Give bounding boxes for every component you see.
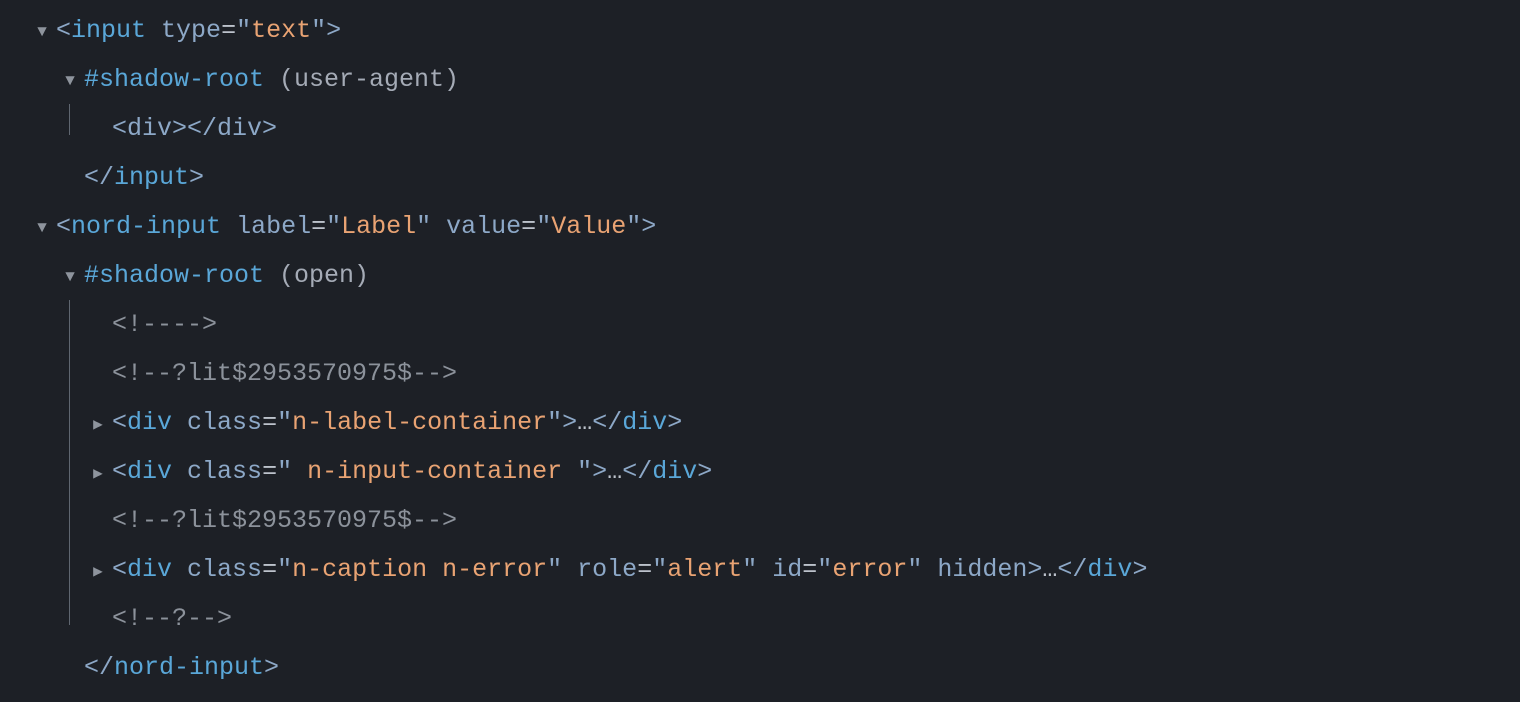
punct-lt: <	[56, 16, 71, 45]
attr-name: value	[446, 212, 521, 241]
punct-quote: "	[311, 16, 326, 45]
ellipsis: …	[577, 408, 592, 437]
attr-value: Value	[551, 212, 626, 241]
dom-node-input-close[interactable]: ▶ </input>	[0, 153, 1520, 202]
shadow-root-mode: (open)	[264, 261, 369, 290]
expand-toggle-icon[interactable]: ▼	[28, 219, 56, 237]
punct-gt: >	[641, 212, 656, 241]
punct-eq: =	[221, 16, 236, 45]
div-close: </div>	[187, 114, 277, 143]
attr-name: class	[187, 555, 262, 584]
attr-value: text	[251, 16, 311, 45]
expand-toggle-icon[interactable]: ▶	[84, 561, 112, 581]
attr-name: hidden	[937, 555, 1027, 584]
dom-node-div-empty[interactable]: ▶ <div></div>	[0, 104, 1520, 153]
comment-text: <!--?lit$2953570975$-->	[112, 359, 457, 388]
comment-text: <!---->	[112, 310, 217, 339]
dom-comment[interactable]: ▶ <!--?lit$2953570975$-->	[0, 496, 1520, 545]
tag-name: input	[71, 16, 146, 45]
tree-guide	[56, 545, 84, 594]
attr-name: id	[772, 555, 802, 584]
shadow-root-label: #shadow-root	[84, 65, 264, 94]
punct-lt: <	[56, 212, 71, 241]
tree-guide	[56, 300, 84, 349]
attr-value: n-label-container	[292, 408, 547, 437]
tag-name: div	[127, 408, 172, 437]
dom-comment[interactable]: ▶ <!---->	[0, 300, 1520, 349]
shadow-root-open[interactable]: ▼ #shadow-root (open)	[0, 251, 1520, 300]
expand-toggle-icon[interactable]: ▼	[28, 23, 56, 41]
tree-guide	[56, 447, 84, 496]
punct-gt: >	[264, 653, 279, 682]
dom-node-div-label-container[interactable]: ▶ <div class="n-label-container">…</div>	[0, 398, 1520, 447]
expand-toggle-icon[interactable]: ▼	[56, 72, 84, 90]
attr-value: n-caption n-error	[292, 555, 547, 584]
dom-comment[interactable]: ▶ <!--?-->	[0, 594, 1520, 643]
dom-comment[interactable]: ▶ <!--?lit$2953570975$-->	[0, 349, 1520, 398]
tag-name: div	[127, 457, 172, 486]
tree-guide	[56, 398, 84, 447]
attr-value: n-input-container	[292, 457, 577, 486]
dom-node-div-input-container[interactable]: ▶ <div class=" n-input-container ">…</di…	[0, 447, 1520, 496]
tree-guide	[56, 594, 84, 643]
tag-name: nord-input	[114, 653, 264, 682]
tag-name: nord-input	[71, 212, 221, 241]
attr-value: error	[832, 555, 907, 584]
punct-lt-slash: </	[84, 653, 114, 682]
dom-node-nord-input-open[interactable]: ▼ <nord-input label="Label" value="Value…	[0, 202, 1520, 251]
shadow-root-user-agent[interactable]: ▼ #shadow-root (user-agent)	[0, 55, 1520, 104]
punct-gt: >	[189, 163, 204, 192]
attr-name: role	[577, 555, 637, 584]
attr-name: class	[187, 457, 262, 486]
tag-name: div	[127, 555, 172, 584]
dom-node-input-open[interactable]: ▼ <input type="text">	[0, 6, 1520, 55]
tree-guide	[56, 104, 84, 153]
punct-quote: "	[236, 16, 251, 45]
expand-toggle-icon[interactable]: ▼	[56, 268, 84, 286]
shadow-root-label: #shadow-root	[84, 261, 264, 290]
attr-value: Label	[341, 212, 416, 241]
punct-gt: >	[326, 16, 341, 45]
shadow-root-mode: (user-agent)	[264, 65, 459, 94]
ellipsis: …	[1042, 555, 1057, 584]
attr-value: alert	[667, 555, 742, 584]
comment-text: <!--?lit$2953570975$-->	[112, 506, 457, 535]
expand-toggle-icon[interactable]: ▶	[84, 463, 112, 483]
dom-node-nord-input-close[interactable]: ▶ </nord-input>	[0, 643, 1520, 692]
attr-name: class	[187, 408, 262, 437]
tree-guide	[56, 496, 84, 545]
tree-guide	[56, 349, 84, 398]
dom-node-div-error[interactable]: ▶ <div class="n-caption n-error" role="a…	[0, 545, 1520, 594]
punct-lt-slash: </	[84, 163, 114, 192]
expand-toggle-icon[interactable]: ▶	[84, 414, 112, 434]
attr-name: label	[236, 212, 311, 241]
comment-text: <!--?-->	[112, 604, 232, 633]
dom-tree: ▼ <input type="text"> ▼ #shadow-root (us…	[0, 0, 1520, 692]
ellipsis: …	[607, 457, 622, 486]
tag-name: input	[114, 163, 189, 192]
attr-name: type	[161, 16, 221, 45]
div-open: <div>	[112, 114, 187, 143]
